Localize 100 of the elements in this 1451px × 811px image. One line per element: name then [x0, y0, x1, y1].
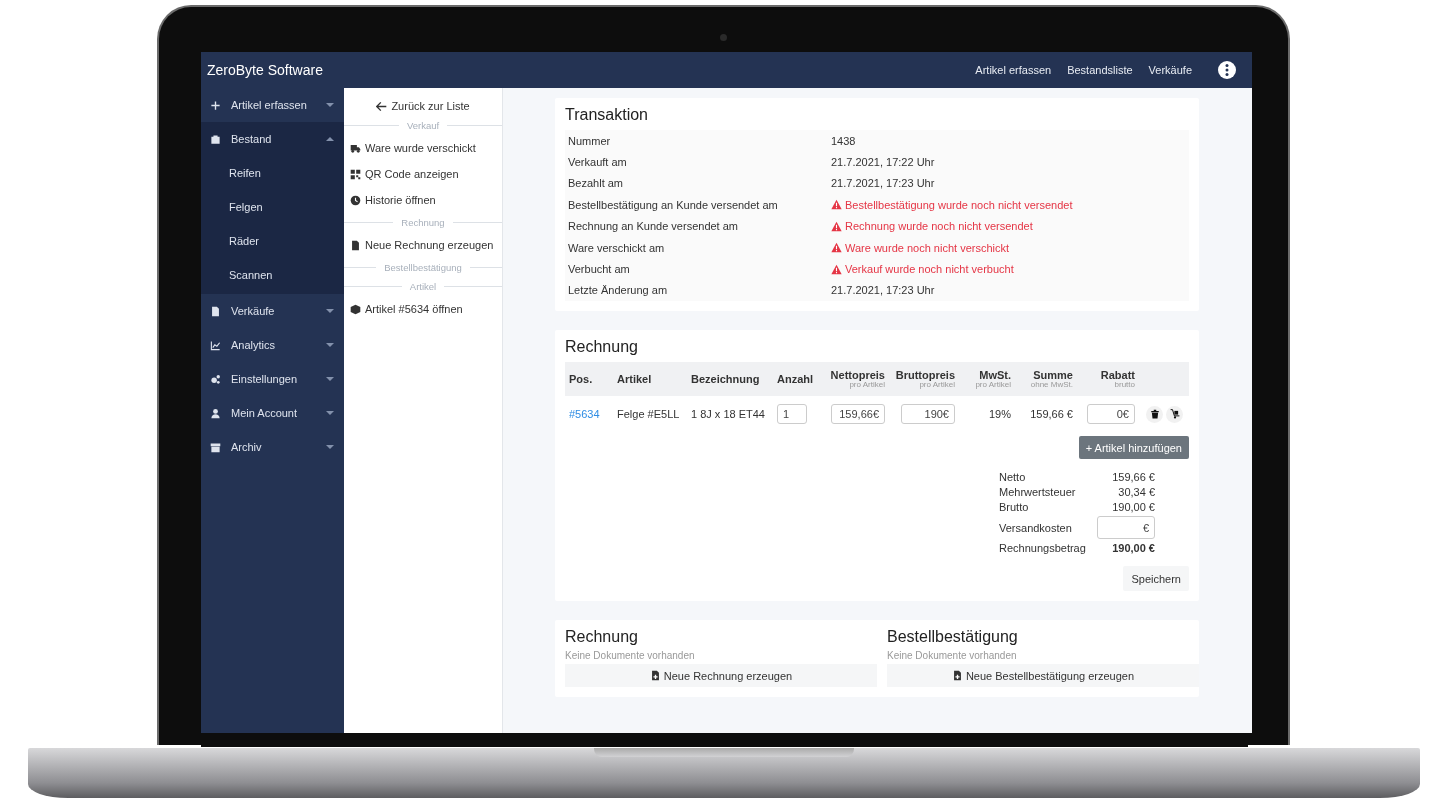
column-header: Summe ohne MwSt.: [1015, 362, 1077, 397]
sidebar-item[interactable]: Bestand: [201, 122, 344, 156]
column-header: Bruttopreis pro Artikel: [889, 362, 959, 397]
create-document-button[interactable]: Neue Rechnung erzeugen: [565, 664, 877, 688]
qr-code-icon: [350, 168, 361, 180]
total-label: Netto: [999, 471, 1027, 484]
column-header: Nettopreis pro Artikel: [823, 362, 889, 397]
sidebar-item[interactable]: Artikel erfassen: [201, 88, 344, 122]
nav-link[interactable]: Verkäufe: [1148, 64, 1192, 76]
table-cell: Felge #E5LL: [613, 396, 687, 433]
row-value: 1438: [831, 134, 857, 147]
add-item-button[interactable]: + Artikel hinzufügen: [1078, 436, 1189, 460]
sidebar-subitem[interactable]: Reifen: [201, 156, 344, 190]
sidebar-item[interactable]: Einstellungen: [201, 362, 344, 396]
warning-icon: [831, 263, 842, 275]
section-heading: Rechnung: [401, 217, 445, 228]
nav-link[interactable]: Artikel erfassen: [975, 64, 1052, 76]
truck-icon: [350, 142, 361, 154]
file-plus-icon: [951, 670, 963, 682]
warning-icon: [831, 220, 842, 232]
action-link[interactable]: Ware wurde verschickt: [344, 135, 502, 161]
action-link[interactable]: Neue Rechnung erzeugen: [344, 232, 502, 258]
action-link[interactable]: QR Code anzeigen: [344, 161, 502, 187]
sidebar-subitem[interactable]: Felgen: [201, 190, 344, 224]
plus-icon: [210, 99, 221, 111]
document-icon: [210, 305, 221, 317]
nav-link[interactable]: Bestandsliste: [1067, 64, 1133, 76]
sidebar-item[interactable]: Verkäufe: [201, 294, 344, 328]
row-label: Ware verschickt am: [568, 241, 666, 254]
table-cell: 19%: [959, 396, 1015, 433]
app-title: ZeroByte Software: [207, 62, 323, 78]
section-heading: Verkauf: [406, 120, 440, 131]
clock-icon: [350, 194, 361, 206]
column-header: Rabatt brutto: [1077, 362, 1139, 397]
table-cell: 1 8J x 18 ET44: [687, 396, 773, 433]
column-header: Bezeichnung: [687, 362, 773, 397]
warning-text: Bestellbestätigung wurde noch nicht versendet: [831, 198, 1189, 211]
shipping-field[interactable]: €: [1097, 516, 1155, 540]
document-icon: [350, 239, 361, 251]
row-label: Letzte Änderung am: [568, 284, 669, 297]
total-label: Rechnungsbetrag: [999, 542, 1087, 555]
total-label: Versandkosten: [999, 521, 1073, 534]
table-cell: 159,66 €: [1015, 396, 1077, 433]
warning-text: Ware wurde noch nicht verschickt: [831, 241, 1189, 254]
row-label: Verkauft am: [568, 156, 628, 169]
column-header: Anzahl: [773, 362, 823, 397]
price-field[interactable]: 159,66€: [831, 404, 885, 425]
row-label: Nummer: [568, 134, 612, 147]
back-link[interactable]: Zurück zur Liste: [344, 96, 502, 116]
row-label: Verbucht am: [568, 263, 631, 276]
sidebar-item[interactable]: Archiv: [201, 430, 344, 464]
total-label: Mehrwertsteuer: [999, 486, 1077, 499]
action-link[interactable]: Artikel #5634 öffnen: [344, 296, 502, 322]
price-field[interactable]: 190€: [901, 404, 955, 425]
user-icon: [210, 407, 221, 419]
column-header: MwSt. pro Artikel: [959, 362, 1015, 397]
line-chart-icon: [210, 339, 221, 351]
row-label: Bestellbestätigung an Kunde versendet am: [568, 198, 779, 211]
archive-icon: [210, 441, 221, 453]
column-header: Pos.: [565, 362, 613, 397]
total-value: 159,66 €: [1111, 471, 1155, 484]
row-value: 21.7.2021, 17:23 Uhr: [831, 177, 936, 190]
empty-note: Keine Dokumente vorhanden: [565, 650, 696, 662]
item-link[interactable]: #5634: [569, 408, 600, 421]
quantity-field[interactable]: 1: [777, 404, 807, 425]
discount-field[interactable]: 0€: [1087, 404, 1135, 425]
cube-icon: [350, 303, 361, 315]
hand-truck-icon: [1169, 409, 1180, 420]
trash-icon: [1149, 409, 1160, 420]
section-heading: Bestellbestätigung: [384, 262, 462, 273]
sidebar-subitem[interactable]: Scannen: [201, 258, 344, 292]
gears-icon: [210, 373, 221, 385]
row-value: 21.7.2021, 17:23 Uhr: [831, 284, 936, 297]
row-value: 21.7.2021, 17:22 Uhr: [831, 156, 936, 169]
total-label: Brutto: [999, 501, 1030, 514]
cart-button[interactable]: [1166, 405, 1183, 423]
card-title: Transaktion: [565, 106, 649, 124]
total-value: 190,00 €: [1111, 542, 1155, 555]
create-document-button[interactable]: Neue Bestellbestätigung erzeugen: [887, 664, 1199, 688]
total-value: 30,34 €: [1117, 486, 1155, 499]
camera-icon: [720, 34, 727, 41]
sidebar-subitem[interactable]: Räder: [201, 224, 344, 258]
more-menu-icon[interactable]: [1218, 61, 1236, 79]
warning-icon: [831, 199, 842, 211]
delete-button[interactable]: [1146, 405, 1163, 423]
sidebar-item[interactable]: Mein Account: [201, 396, 344, 430]
card-title: Rechnung: [565, 338, 639, 357]
arrow-left-icon: [376, 100, 388, 112]
row-label: Bezahlt am: [568, 177, 625, 190]
warning-text: Rechnung wurde noch nicht versendet: [831, 220, 1189, 233]
warning-text: Verkauf wurde noch nicht verbucht: [831, 263, 1189, 276]
sidebar-item[interactable]: Analytics: [201, 328, 344, 362]
section-heading: Artikel: [409, 281, 437, 292]
empty-note: Keine Dokumente vorhanden: [887, 650, 1018, 662]
card-title: Rechnung: [565, 628, 639, 647]
action-link[interactable]: Historie öffnen: [344, 187, 502, 213]
save-button[interactable]: Speichern: [1123, 566, 1189, 592]
row-label: Rechnung an Kunde versendet am: [568, 220, 739, 233]
warning-icon: [831, 242, 842, 254]
file-plus-icon: [649, 670, 661, 682]
